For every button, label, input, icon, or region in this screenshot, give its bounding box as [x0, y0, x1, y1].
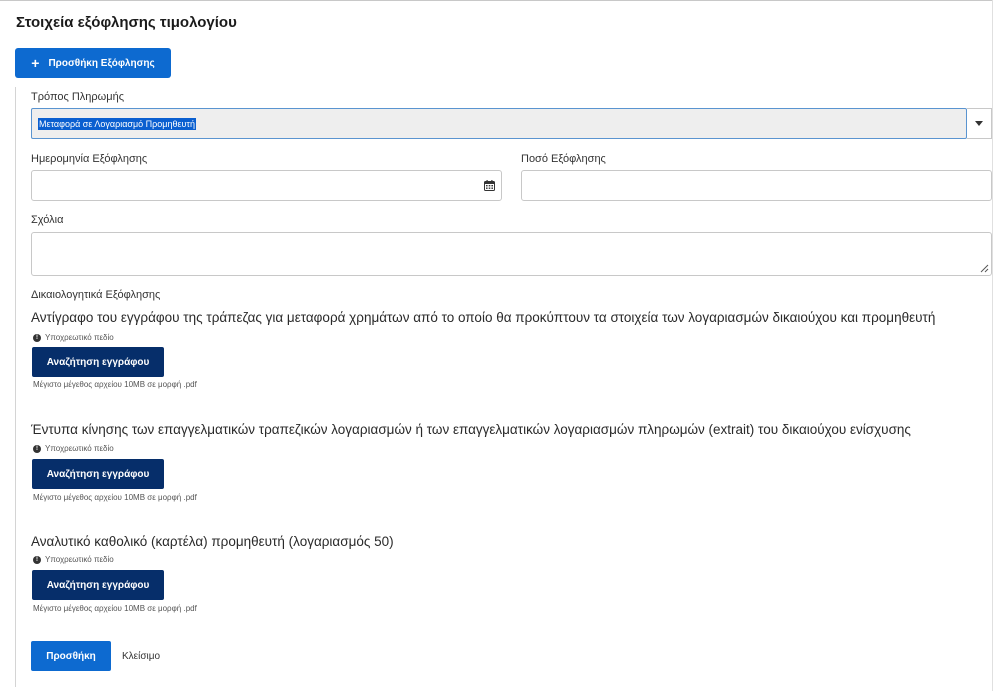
- document-title: Αναλυτικό καθολικό (καρτέλα) προμηθευτή …: [31, 534, 394, 549]
- plus-icon: +: [31, 55, 40, 71]
- required-notice-text: Υποχρεωτικό πεδίο: [45, 555, 114, 564]
- close-link[interactable]: Κλείσιμο: [122, 651, 160, 662]
- payment-amount-input[interactable]: [521, 170, 992, 201]
- required-notice-text: Υποχρεωτικό πεδίο: [45, 444, 114, 453]
- required-notice: ! Υποχρεωτικό πεδίο: [33, 555, 114, 564]
- file-size-hint: Μέγιστο μέγεθος αρχείου 10MB σε μορφή .p…: [33, 604, 197, 613]
- calendar-icon[interactable]: [484, 180, 495, 191]
- payment-method-label: Τρόπος Πληρωμής: [31, 91, 125, 103]
- comments-textarea[interactable]: [31, 232, 992, 276]
- required-notice-text: Υποχρεωτικό πεδίο: [45, 333, 114, 342]
- browse-document-button[interactable]: Αναζήτηση εγγράφου: [32, 347, 164, 377]
- add-payment-button-label: Προσθήκη Εξόφλησης: [48, 57, 155, 69]
- info-icon: !: [33, 555, 41, 564]
- required-notice: ! Υποχρεωτικό πεδίο: [33, 444, 114, 453]
- payment-amount-label: Ποσό Εξόφλησης: [521, 153, 606, 165]
- top-border: [0, 0, 992, 1]
- document-title: Έντυπα κίνησης των επαγγελματικών τραπεζ…: [31, 422, 911, 437]
- submit-button[interactable]: Προσθήκη: [31, 641, 111, 671]
- file-size-hint: Μέγιστο μέγεθος αρχείου 10MB σε μορφή .p…: [33, 380, 197, 389]
- info-icon: !: [33, 444, 41, 453]
- required-notice: ! Υποχρεωτικό πεδίο: [33, 333, 114, 342]
- add-payment-button[interactable]: + Προσθήκη Εξόφλησης: [15, 48, 171, 78]
- info-icon: !: [33, 333, 41, 342]
- browse-document-button[interactable]: Αναζήτηση εγγράφου: [32, 570, 164, 600]
- right-border: [992, 0, 993, 691]
- form-left-rule: [15, 87, 16, 687]
- payment-date-input[interactable]: [31, 170, 502, 201]
- comments-label: Σχόλια: [31, 214, 64, 226]
- documents-label: Δικαιολογητικά Εξόφλησης: [31, 289, 161, 301]
- resize-grip-icon[interactable]: [979, 263, 989, 273]
- payment-method-select[interactable]: Μεταφορά σε Λογαριασμό Προμηθευτή: [31, 108, 992, 139]
- payment-method-selected-value: Μεταφορά σε Λογαριασμό Προμηθευτή: [38, 118, 196, 130]
- payment-date-label: Ημερομηνία Εξόφλησης: [31, 153, 148, 165]
- payment-method-dropdown-toggle[interactable]: [967, 108, 992, 139]
- chevron-down-icon: [975, 121, 983, 126]
- payment-method-select-box[interactable]: Μεταφορά σε Λογαριασμό Προμηθευτή: [31, 108, 967, 139]
- document-title: Αντίγραφο του εγγράφου της τράπεζας για …: [31, 310, 936, 325]
- browse-document-button[interactable]: Αναζήτηση εγγράφου: [32, 459, 164, 489]
- file-size-hint: Μέγιστο μέγεθος αρχείου 10MB σε μορφή .p…: [33, 493, 197, 502]
- section-title: Στοιχεία εξόφλησης τιμολογίου: [16, 14, 237, 31]
